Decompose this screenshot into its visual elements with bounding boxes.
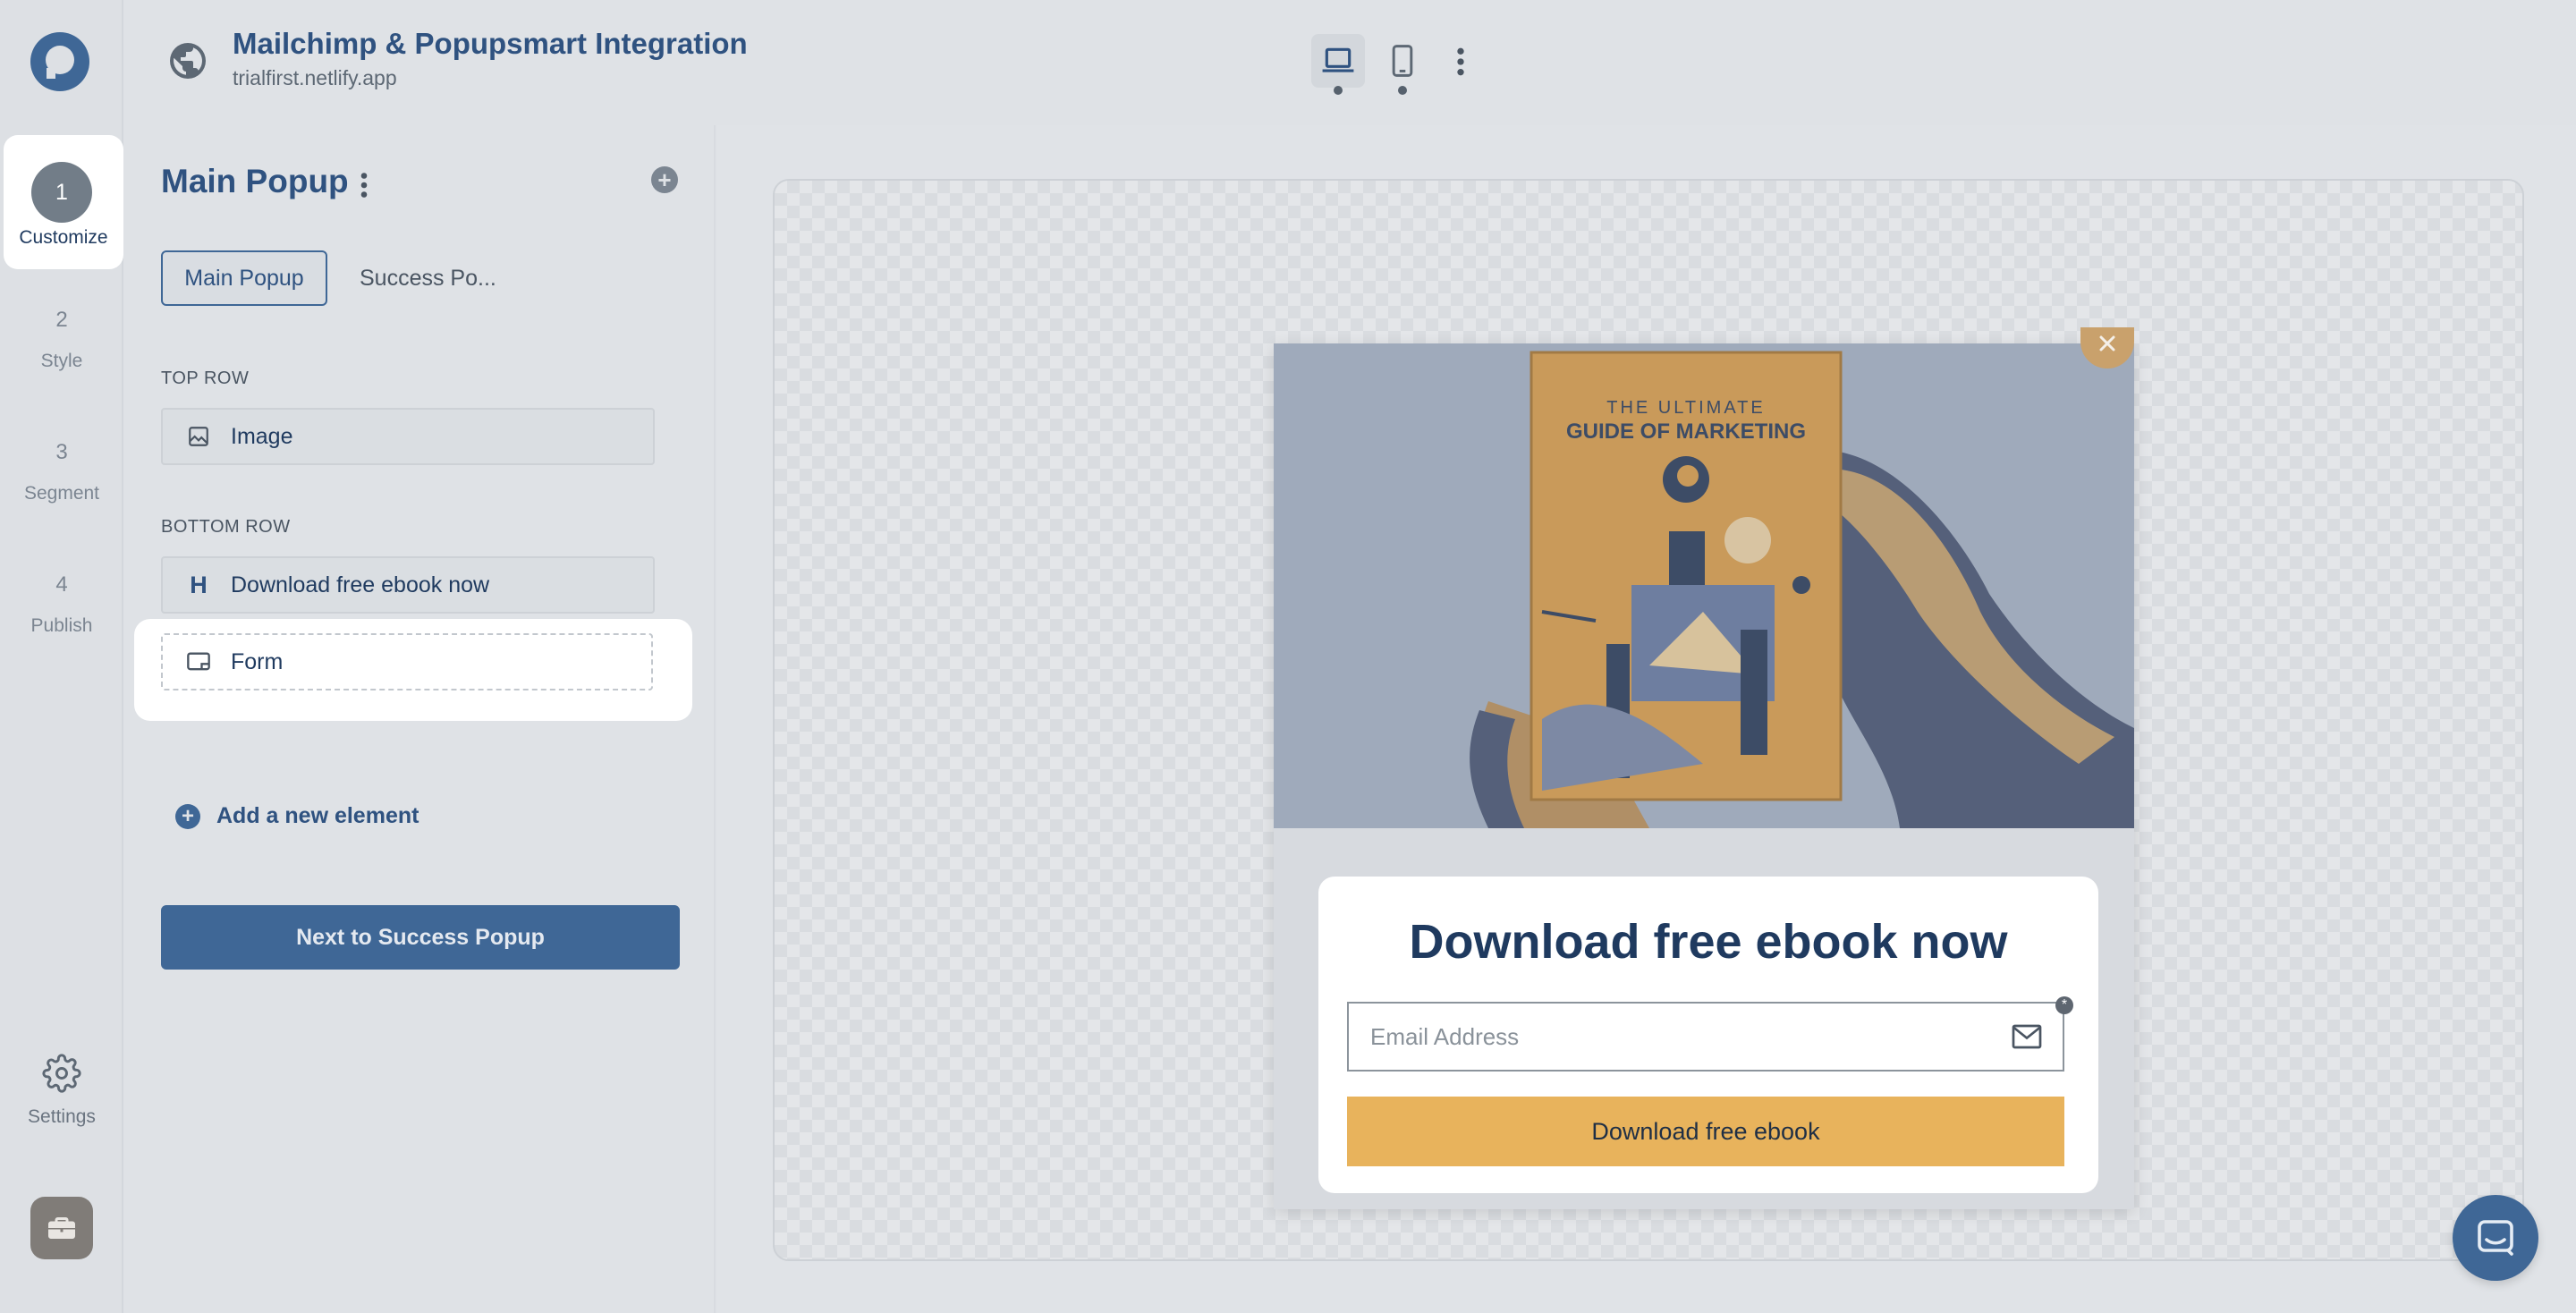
popup-headline[interactable]: Download free ebook now xyxy=(1318,914,2098,970)
popup-form-card: Download free ebook now Email Address * … xyxy=(1318,877,2098,1193)
element-image[interactable]: Image xyxy=(161,408,655,465)
add-popup-button[interactable]: + xyxy=(651,166,678,193)
step-customize[interactable]: 1 Customize xyxy=(4,135,123,269)
laptop-icon xyxy=(1322,47,1354,72)
settings-label: Settings xyxy=(28,1106,96,1127)
form-icon xyxy=(184,650,213,673)
step-label: Customize xyxy=(19,227,108,248)
book-line1: THE ULTIMATE xyxy=(1606,398,1765,418)
element-heading[interactable]: H Download free ebook now xyxy=(161,556,655,614)
element-label: Form xyxy=(231,648,284,674)
next-to-success-popup-button[interactable]: Next to Success Popup xyxy=(161,905,680,970)
step-number: 3 xyxy=(55,440,68,464)
desktop-view-button[interactable] xyxy=(1311,34,1365,88)
site-title: Mailchimp & Popupsmart Integration xyxy=(233,27,748,60)
add-element-label: Add a new element xyxy=(216,803,419,828)
element-label: Image xyxy=(231,423,293,449)
required-indicator: * xyxy=(2055,996,2073,1014)
gear-icon xyxy=(42,1054,81,1093)
active-view-indicator xyxy=(1334,86,1343,95)
element-form[interactable]: Form xyxy=(161,633,653,690)
plus-circle-icon: + xyxy=(175,803,200,829)
plus-icon: + xyxy=(657,166,672,193)
add-new-element-button[interactable]: + Add a new element xyxy=(175,803,419,829)
left-nav: 1 Customize 2 Style 3 Segment 4 Publish … xyxy=(0,0,123,1313)
popupsmart-logo-icon[interactable] xyxy=(30,32,89,91)
step-segment[interactable]: 3 Segment xyxy=(0,440,123,504)
preview-frame: THE ULTIMATE GUIDE OF MARKETING Download… xyxy=(773,179,2524,1261)
popup-hero-image[interactable]: THE ULTIMATE GUIDE OF MARKETING xyxy=(1274,343,2134,828)
panel-title: Main Popup xyxy=(161,163,349,199)
ebook-illustration: THE ULTIMATE GUIDE OF MARKETING xyxy=(1274,343,2134,828)
step-number: 2 xyxy=(55,308,68,332)
chat-support-button[interactable] xyxy=(2453,1195,2538,1281)
popup-options-icon[interactable] xyxy=(360,172,369,199)
more-options-icon[interactable] xyxy=(1456,47,1465,77)
globe-icon xyxy=(170,43,206,79)
heading-icon: H xyxy=(190,571,208,598)
download-ebook-button[interactable]: Download free ebook xyxy=(1347,1097,2064,1166)
preview-canvas: THE ULTIMATE GUIDE OF MARKETING Download… xyxy=(717,125,2576,1313)
briefcase-button[interactable] xyxy=(30,1197,93,1259)
step-label: Segment xyxy=(23,483,100,504)
step-label: Style xyxy=(40,351,83,371)
popup-preview: THE ULTIMATE GUIDE OF MARKETING Download… xyxy=(1274,327,2134,1209)
chat-icon xyxy=(2478,1220,2513,1256)
image-icon xyxy=(184,425,213,448)
briefcase-icon xyxy=(48,1217,75,1239)
tab-main-popup[interactable]: Main Popup xyxy=(161,250,327,306)
site-url: trialfirst.netlify.app xyxy=(233,66,397,89)
step-style[interactable]: 2 Style xyxy=(0,308,123,372)
email-placeholder: Email Address xyxy=(1370,1022,1520,1050)
close-icon xyxy=(2099,335,2115,352)
top-row-label: TOP ROW xyxy=(161,368,250,388)
bottom-row-label: BOTTOM ROW xyxy=(161,517,291,537)
view-indicator xyxy=(1398,86,1407,95)
top-bar: Mailchimp & Popupsmart Integration trial… xyxy=(125,0,2576,125)
step-label: Publish xyxy=(30,615,93,636)
mail-icon xyxy=(2012,1024,2042,1049)
mobile-view-button[interactable] xyxy=(1376,34,1429,88)
step-number: 1 xyxy=(31,162,92,223)
step-number: 4 xyxy=(55,572,68,597)
element-label: Download free ebook now xyxy=(231,572,490,597)
settings-button[interactable]: Settings xyxy=(0,1054,123,1128)
mobile-phone-icon xyxy=(1392,45,1413,77)
step-publish[interactable]: 4 Publish xyxy=(0,572,123,637)
email-input[interactable]: Email Address xyxy=(1347,1002,2064,1072)
tab-success-popup[interactable]: Success Po... xyxy=(360,250,521,306)
book-line2: GUIDE OF MARKETING xyxy=(1566,419,1806,444)
